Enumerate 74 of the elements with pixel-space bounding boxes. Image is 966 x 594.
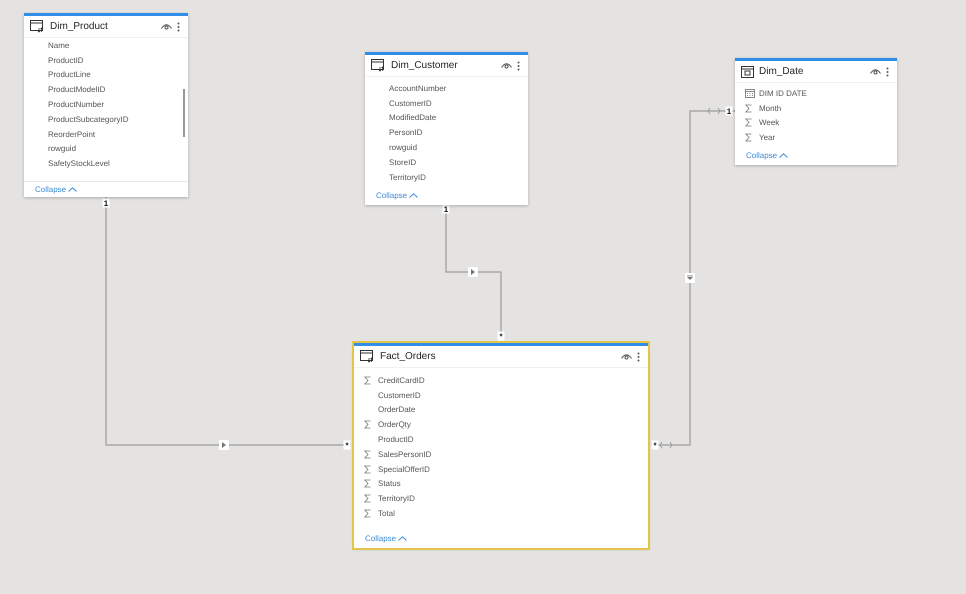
calendar-table-icon bbox=[741, 66, 754, 78]
caret-icon bbox=[779, 153, 788, 158]
field-name[interactable]: ProductLine bbox=[48, 70, 91, 80]
field-name[interactable]: ProductID bbox=[48, 56, 84, 65]
field-name[interactable]: rowguid bbox=[389, 143, 418, 152]
eye-icon[interactable] bbox=[501, 62, 512, 69]
table-card[interactable]: Dim_Customer AccountNumber CustomerID ModifiedDate PersonID rowguid StoreID TerritoryID Collapse bbox=[365, 52, 528, 205]
table-icon bbox=[30, 20, 45, 33]
table-title: Dim_Customer bbox=[391, 60, 459, 71]
scrollbar-thumb[interactable] bbox=[183, 89, 185, 137]
table-icon bbox=[360, 350, 375, 363]
caret-icon bbox=[409, 193, 418, 198]
cardinality-label: * bbox=[498, 332, 504, 341]
field-name[interactable]: Status bbox=[378, 479, 401, 488]
filter-direction-icon bbox=[219, 440, 229, 450]
table-title: Dim_Date bbox=[759, 66, 804, 77]
cardinality-label: 1 bbox=[726, 106, 732, 116]
table-icon bbox=[371, 59, 386, 72]
field-name[interactable]: OrderQty bbox=[378, 420, 411, 430]
field-name[interactable]: Name bbox=[48, 40, 70, 50]
field-name[interactable]: CustomerID bbox=[389, 98, 432, 108]
caret-icon bbox=[68, 187, 78, 192]
table-card[interactable]: Dim_Date DIM ID DATE Month Week Year Collapse bbox=[735, 58, 897, 165]
eye-icon[interactable] bbox=[870, 68, 881, 75]
field-name[interactable]: Week bbox=[759, 118, 780, 128]
collapse-link[interactable]: Collapse bbox=[35, 185, 66, 194]
field-name[interactable]: ProductNumber bbox=[48, 100, 104, 110]
field-name[interactable]: Month bbox=[759, 104, 782, 113]
cardinality-label: * bbox=[344, 440, 350, 450]
field-name[interactable]: ProductSubcategoryID bbox=[48, 114, 128, 124]
field-name[interactable]: OrderDate bbox=[378, 405, 416, 414]
bidirectional-icon bbox=[707, 108, 721, 114]
field-name[interactable]: TerritoryID bbox=[389, 172, 426, 182]
field-name[interactable]: ReorderPoint bbox=[48, 130, 96, 139]
field-name[interactable]: SpecialOfferID bbox=[378, 464, 430, 474]
relationship-line[interactable]: 1 * bbox=[102, 197, 351, 450]
eye-icon[interactable] bbox=[161, 23, 172, 30]
table-card[interactable]: Dim_Product Name ProductID ProductLine ProductModelID ProductNumber ProductSubcategoryID ReorderPoint rowguid SafetyStockLevel Collapse bbox=[24, 13, 188, 197]
field-name[interactable]: SalesPersonID bbox=[378, 450, 432, 459]
collapse-link[interactable]: Collapse bbox=[376, 191, 408, 200]
field-name[interactable]: ProductID bbox=[378, 435, 414, 444]
more-options-icon[interactable] bbox=[637, 352, 640, 362]
bidirectional-icon bbox=[659, 442, 673, 448]
field-name[interactable]: DIM ID DATE bbox=[759, 88, 807, 98]
collapse-link[interactable]: Collapse bbox=[365, 534, 396, 543]
filter-direction-icon bbox=[685, 273, 695, 283]
field-name[interactable]: PersonID bbox=[389, 128, 422, 138]
sigma-icon bbox=[364, 420, 371, 430]
field-name[interactable]: TerritoryID bbox=[378, 494, 415, 504]
table-title: Fact_Orders bbox=[380, 351, 437, 362]
more-options-icon[interactable] bbox=[177, 22, 180, 32]
more-options-icon[interactable] bbox=[517, 60, 520, 70]
field-name[interactable]: CustomerID bbox=[378, 390, 421, 400]
field-name[interactable]: Year bbox=[759, 133, 776, 142]
collapse-link[interactable]: Collapse bbox=[746, 151, 778, 160]
calendar-icon bbox=[745, 88, 755, 98]
field-name[interactable]: StoreID bbox=[389, 158, 416, 167]
field-name[interactable]: Total bbox=[378, 509, 395, 518]
field-name[interactable]: AccountNumber bbox=[389, 84, 446, 93]
field-name[interactable]: CreditCardID bbox=[378, 376, 425, 385]
cardinality-label: 1 bbox=[102, 198, 110, 208]
table-card[interactable]: Fact_Orders CreditCardID CustomerID OrderDate OrderQty ProductID SalesPersonID SpecialOfferID Status TerritoryID Total Collapse bbox=[354, 343, 648, 548]
relationship-line[interactable]: 1 * bbox=[651, 106, 735, 450]
field-name[interactable]: ProductModelID bbox=[48, 85, 106, 94]
sigma-icon bbox=[364, 376, 371, 385]
field-name[interactable]: rowguid bbox=[48, 144, 76, 154]
field-name[interactable]: ModifiedDate bbox=[389, 113, 436, 122]
filter-direction-icon bbox=[468, 267, 478, 277]
caret-icon bbox=[398, 536, 408, 541]
eye-icon[interactable] bbox=[621, 353, 632, 360]
cardinality-label: * bbox=[652, 440, 658, 450]
field-name[interactable]: SafetyStockLevel bbox=[48, 159, 110, 168]
more-options-icon[interactable] bbox=[886, 66, 889, 76]
table-title: Dim_Product bbox=[50, 21, 109, 32]
